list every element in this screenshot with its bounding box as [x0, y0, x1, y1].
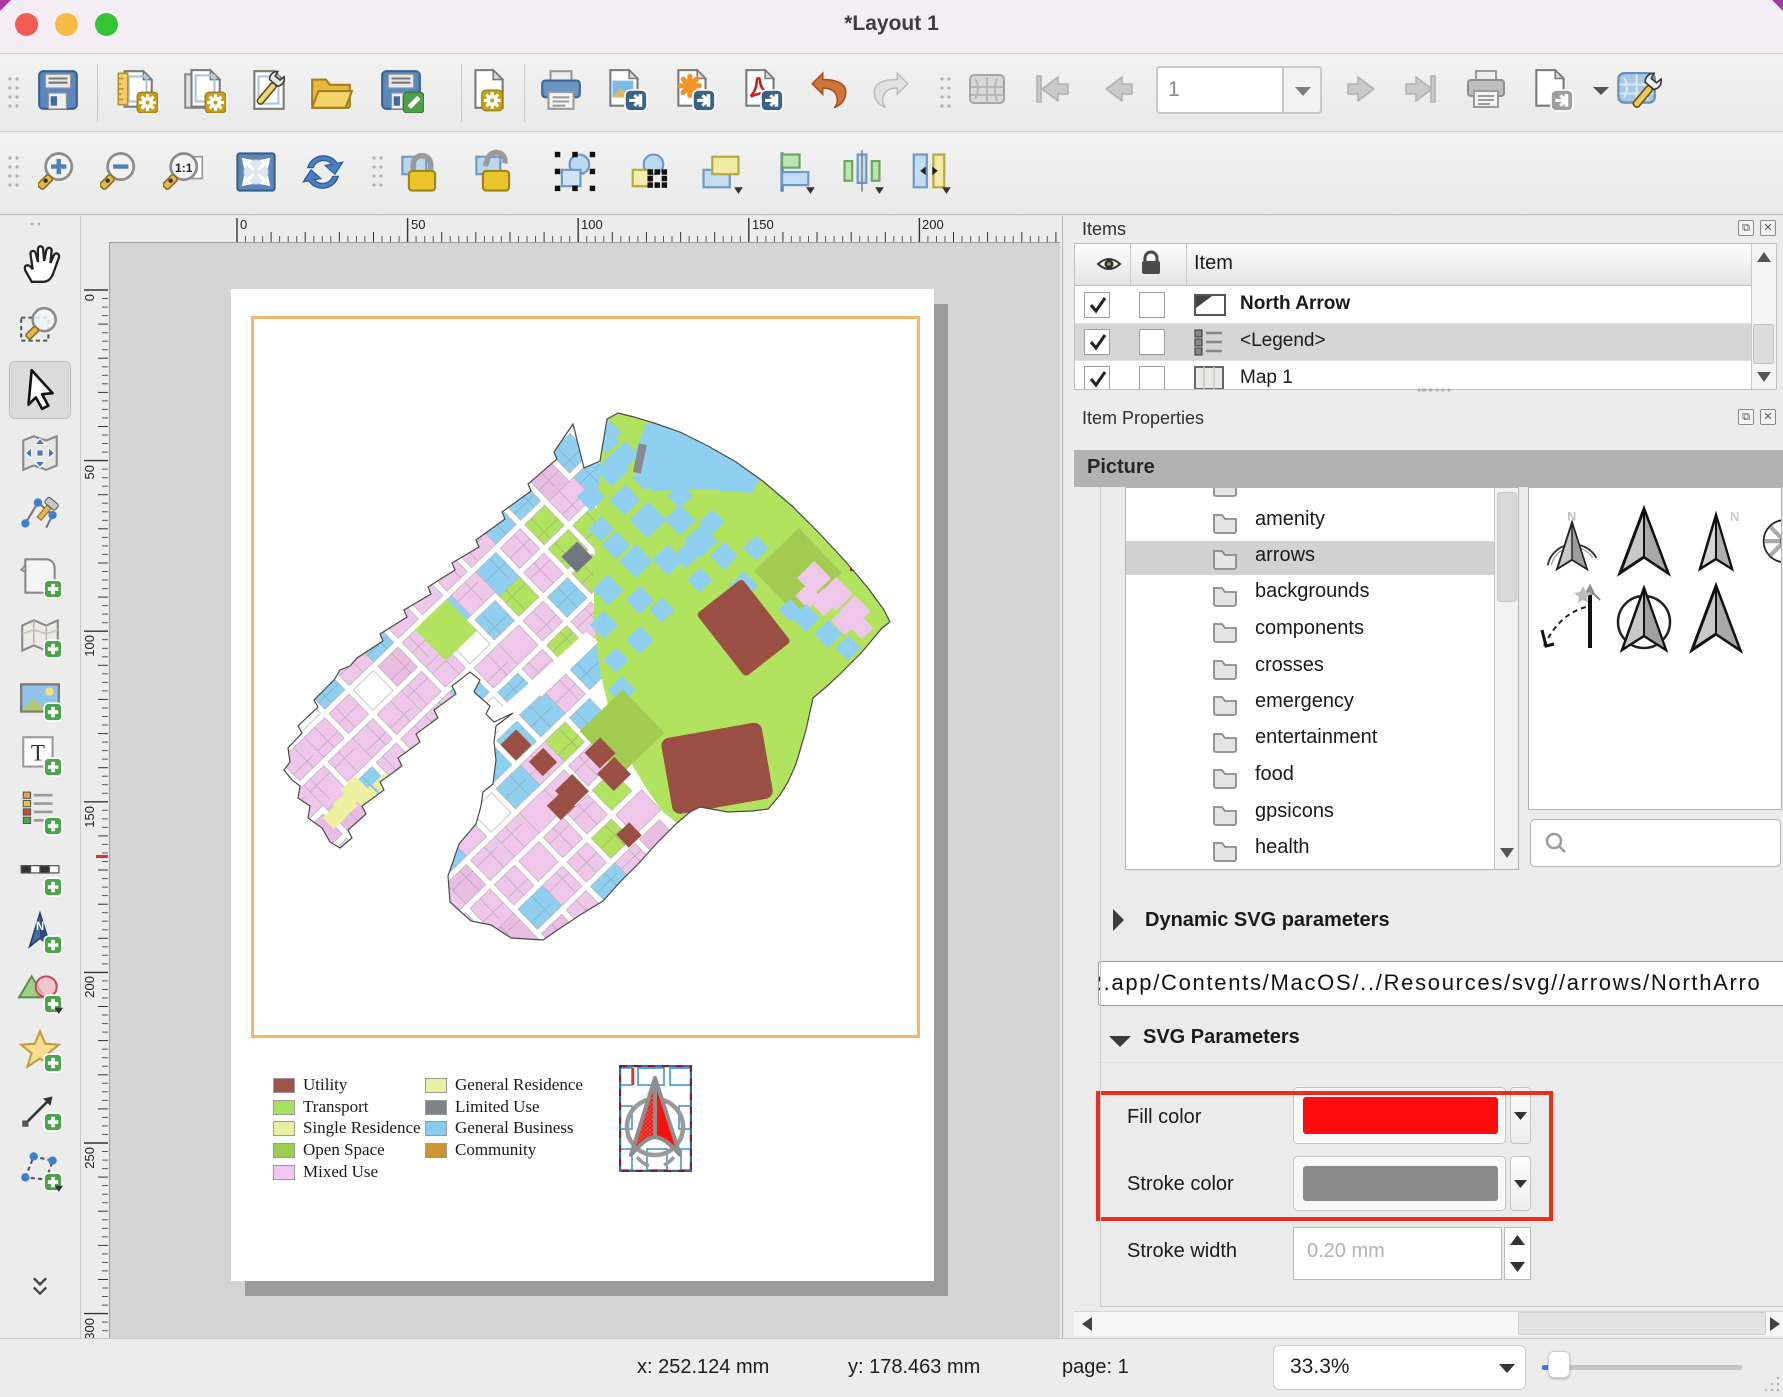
svg-text:100: 100	[581, 217, 603, 232]
svg-text:T: T	[31, 740, 45, 765]
svg-text:50: 50	[82, 465, 97, 479]
svg-text:200: 200	[82, 976, 97, 998]
svg-text:0: 0	[82, 294, 97, 301]
svg-text:250: 250	[82, 1147, 97, 1169]
svg-text:300: 300	[82, 1318, 97, 1338]
svg-text:50: 50	[411, 217, 425, 232]
svg-text:1:1: 1:1	[175, 161, 193, 175]
svg-text:200: 200	[922, 217, 944, 232]
svg-text:150: 150	[82, 806, 97, 828]
svg-text:150: 150	[752, 217, 774, 232]
svg-text:100: 100	[82, 635, 97, 657]
svg-text:N: N	[1730, 509, 1739, 524]
svg-text:0: 0	[240, 217, 247, 232]
svg-text:N: N	[36, 921, 44, 933]
